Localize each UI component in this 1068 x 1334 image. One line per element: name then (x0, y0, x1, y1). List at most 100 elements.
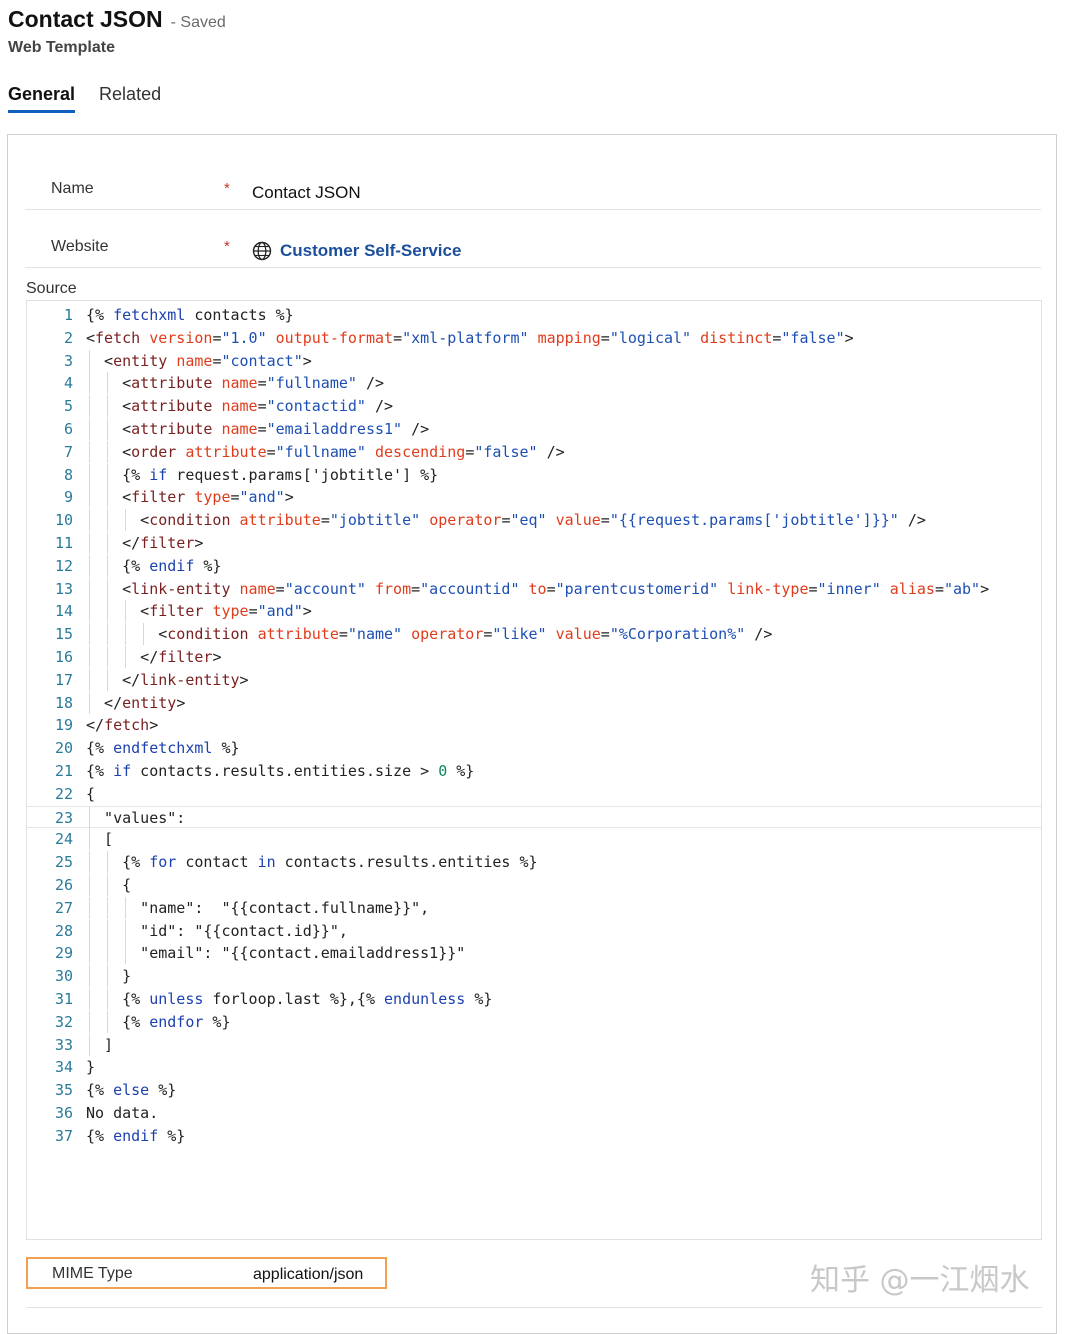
code-text: {% endfetchxml %} (86, 739, 240, 758)
code-text: <attribute name="contactid" /> (86, 397, 394, 416)
line-number: 30 (54, 967, 73, 986)
line-number: 14 (54, 602, 73, 621)
code-line[interactable]: 18 </entity> (27, 691, 1041, 714)
watermark: 知乎 @一江烟水 (810, 1263, 1030, 1298)
code-line[interactable]: 34} (27, 1056, 1041, 1078)
code-text: <attribute name="emailaddress1" /> (86, 420, 430, 438)
line-number: 6 (63, 420, 73, 438)
code-line[interactable]: 1 {% fetchxml contacts %} (27, 304, 1041, 326)
code-text: {% for contact in contacts.results.entit… (86, 853, 538, 872)
line-number: 9 (63, 488, 73, 507)
code-line[interactable]: 25 {% for contact in contacts.results.en… (27, 851, 1041, 874)
code-text: <condition attribute="name" operator="li… (86, 625, 773, 644)
code-line[interactable]: 10 <condition attribute="jobtitle" opera… (27, 509, 1041, 532)
name-value[interactable]: Contact JSON (252, 183, 361, 203)
website-label: Website (51, 238, 109, 255)
code-text: } (86, 967, 132, 986)
line-number: 3 (63, 351, 73, 370)
code-text: {% fetchxml contacts %} (86, 306, 294, 324)
code-text: { (86, 784, 96, 803)
code-line[interactable]: 7 <order attribute="fullname" descending… (27, 440, 1041, 463)
code-line[interactable]: 26 { (27, 874, 1041, 896)
line-number: 7 (63, 442, 73, 461)
code-text: "name": "{{contact.fullname}}", (86, 898, 430, 917)
line-number: 27 (54, 898, 73, 917)
code-line[interactable]: 32 {% endfor %} (27, 1010, 1041, 1033)
code-line[interactable]: 30 } (27, 965, 1041, 988)
code-line[interactable]: 19 </fetch> (27, 714, 1041, 736)
line-number: 26 (54, 876, 73, 894)
code-line[interactable]: 33 ] (27, 1033, 1041, 1056)
code-line[interactable]: 27 "name": "{{contact.fullname}}", (27, 896, 1041, 919)
required-marker: * (224, 180, 230, 197)
code-text: } (86, 1058, 96, 1077)
line-number: 13 (54, 579, 73, 598)
code-line[interactable]: 36 No data. (27, 1102, 1041, 1124)
code-line[interactable]: 20 {% endfetchxml %} (27, 737, 1041, 759)
code-text: {% endif %} (86, 1126, 186, 1145)
code-line[interactable]: 17 </link-entity> (27, 668, 1041, 691)
code-text: ] (86, 1035, 114, 1054)
website-link-text: Customer Self-Service (280, 241, 462, 260)
line-number: 5 (63, 397, 73, 416)
code-line[interactable]: 37 {% endif %} (27, 1125, 1041, 1147)
code-line[interactable]: 6 <attribute name="emailaddress1" /> (27, 418, 1041, 440)
code-text: No data. (86, 1104, 159, 1122)
code-text: <condition attribute="jobtitle" operator… (86, 511, 926, 530)
code-line[interactable]: 29 "email": "{{contact.emailaddress1}}" (27, 942, 1041, 965)
code-line[interactable]: 13 <link-entity name="account" from="acc… (27, 577, 1041, 600)
code-line[interactable]: 35 {% else %} (27, 1079, 1041, 1101)
code-text: <filter type="and"> (86, 488, 294, 507)
line-number: 25 (54, 853, 73, 872)
code-line[interactable]: 5 <attribute name="contactid" /> (27, 395, 1041, 418)
code-text: <attribute name="fullname" /> (86, 374, 385, 393)
globe-icon (252, 241, 272, 261)
line-number: 12 (54, 556, 73, 575)
code-line[interactable]: 8 {% if request.params['jobtitle'] %} (27, 463, 1041, 486)
code-text: {% endfor %} (86, 1012, 231, 1031)
page-title: Contact JSON (8, 6, 163, 32)
code-line[interactable]: 23 "values": (27, 805, 1041, 829)
code-line[interactable]: 9 <filter type="and"> (27, 486, 1041, 509)
code-line[interactable]: 16 </filter> (27, 646, 1041, 668)
code-line[interactable]: 2 <fetch version="1.0" output-format="xml… (27, 327, 1041, 349)
line-number: 21 (54, 762, 73, 780)
code-line[interactable]: 31 {% unless forloop.last %},{% endunles… (27, 988, 1041, 1010)
code-line[interactable]: 15 <condition attribute="name" operator=… (27, 623, 1041, 646)
website-field: Website * Customer Self-Service (25, 209, 1041, 268)
code-line[interactable]: 11 </filter> (27, 532, 1041, 554)
line-number: 24 (54, 830, 73, 849)
code-line[interactable]: 22 { (27, 783, 1041, 805)
code-line[interactable]: 21 {% if contacts.results.entities.size >… (27, 760, 1041, 782)
code-line[interactable]: 24 [ (27, 828, 1041, 851)
code-text: {% if contacts.results.entities.size > 0… (86, 762, 475, 780)
code-line[interactable]: 4 <attribute name="fullname" /> (27, 372, 1041, 395)
code-line[interactable]: 3 <entity name="contact"> (27, 349, 1041, 372)
line-number: 32 (54, 1012, 73, 1031)
name-label: Name (51, 180, 94, 197)
tab-related[interactable]: Related (99, 84, 161, 113)
line-number: 4 (63, 374, 73, 393)
line-number: 31 (54, 990, 73, 1008)
line-number: 8 (63, 465, 73, 484)
code-text: {% if request.params['jobtitle'] %} (86, 465, 439, 484)
website-link[interactable]: Customer Self-Service (252, 241, 461, 261)
mime-type-label: MIME Type (52, 1265, 133, 1282)
code-text: </fetch> (86, 716, 159, 735)
code-line[interactable]: 12 {% endif %} (27, 554, 1041, 577)
line-number: 37 (54, 1126, 73, 1145)
line-number: 34 (54, 1058, 73, 1077)
code-text: "id": "{{contact.id}}", (86, 921, 348, 940)
code-text: [ (86, 830, 114, 849)
mime-type-value[interactable]: application/json (253, 1266, 363, 1284)
line-number: 1 (63, 306, 73, 324)
code-line[interactable]: 14 <filter type="and"> (27, 600, 1041, 623)
code-text: </link-entity> (86, 670, 249, 689)
code-text: </filter> (86, 534, 204, 552)
code-text: {% endif %} (86, 556, 222, 575)
code-line[interactable]: 28 "id": "{{contact.id}}", (27, 919, 1041, 942)
tab-general[interactable]: General (8, 84, 76, 113)
code-editor[interactable]: 1 {% fetchxml contacts %} 2 <fetch version=… (26, 300, 1042, 1240)
divider (26, 1307, 1042, 1308)
code-text: <link-entity name="account" from="accoun… (86, 579, 990, 598)
